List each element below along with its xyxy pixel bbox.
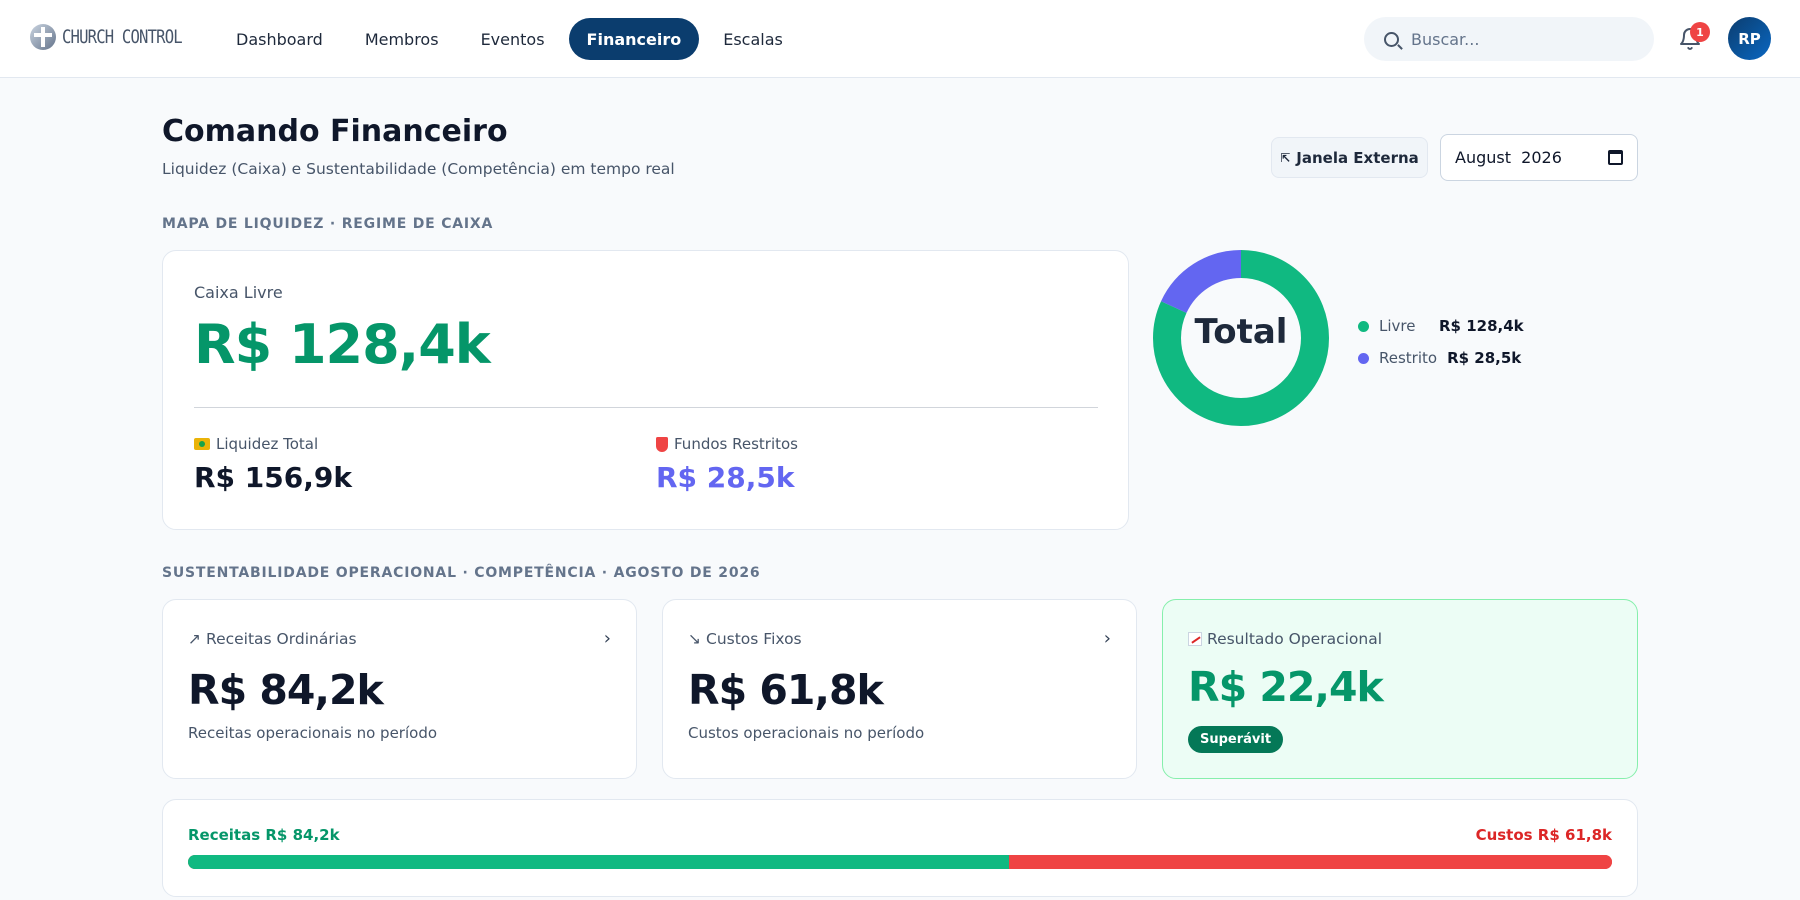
revenue-costs-bar bbox=[188, 855, 1612, 869]
user-avatar[interactable]: RP bbox=[1728, 17, 1771, 60]
legend-value-livre: R$ 128,4k bbox=[1439, 317, 1524, 335]
bar-revenue-label: Receitas R$ 84,2k bbox=[188, 826, 340, 844]
chevron-right-icon[interactable]: › bbox=[604, 628, 611, 649]
search-box bbox=[1364, 17, 1654, 61]
external-arrow-icon: ⇱ bbox=[1280, 150, 1291, 165]
costs-description: Custos operacionais no período bbox=[688, 724, 925, 742]
month-picker[interactable]: August 2026 bbox=[1440, 134, 1638, 181]
page-subtitle: Liquidez (Caixa) e Sustentabilidade (Com… bbox=[162, 160, 675, 178]
nav-dashboard[interactable]: Dashboard bbox=[218, 18, 341, 60]
legend-item-restrito: Restrito R$ 28,5k bbox=[1358, 342, 1524, 374]
legend-label-livre: Livre bbox=[1379, 317, 1416, 335]
search-input[interactable] bbox=[1411, 29, 1641, 49]
chart-trend-icon bbox=[1188, 632, 1202, 646]
donut-legend: Livre R$ 128,4k Restrito R$ 28,5k bbox=[1358, 310, 1524, 374]
sustainability-section-label: SUSTENTABILIDADE OPERACIONAL · COMPETÊNC… bbox=[162, 565, 761, 581]
restricted-funds-value: R$ 28,5k bbox=[656, 461, 795, 494]
legend-item-livre: Livre R$ 128,4k bbox=[1358, 310, 1524, 342]
revenue-bar-segment bbox=[188, 855, 1010, 869]
nav-membros[interactable]: Membros bbox=[347, 18, 457, 60]
revenue-value: R$ 84,2k bbox=[188, 666, 384, 714]
total-liquidity-block: Liquidez Total R$ 156,9k bbox=[194, 435, 352, 494]
liquidity-section-label: MAPA DE LIQUIDEZ · REGIME DE CAIXA bbox=[162, 216, 494, 232]
top-navbar: CHURCH CONTROL Dashboard Membros Eventos… bbox=[0, 0, 1800, 78]
total-liquidity-value: R$ 156,9k bbox=[194, 461, 352, 494]
revenue-card[interactable]: ↗ Receitas Ordinárias › R$ 84,2k Receitas… bbox=[162, 599, 637, 779]
legend-value-restrito: R$ 28,5k bbox=[1447, 349, 1522, 367]
surplus-badge: Superávit bbox=[1188, 726, 1284, 753]
free-cash-value: R$ 128,4k bbox=[194, 313, 491, 376]
total-liquidity-label: Liquidez Total bbox=[216, 435, 319, 453]
operational-result-card: Resultado Operacional R$ 22,4k Superávit bbox=[1162, 599, 1638, 779]
page-title: Comando Financeiro bbox=[162, 114, 508, 149]
arrow-up-right-icon: ↗ bbox=[188, 630, 201, 648]
free-cash-label: Caixa Livre bbox=[194, 283, 283, 302]
result-label: Resultado Operacional bbox=[1207, 630, 1383, 648]
logo-text: CHURCH CONTROL bbox=[62, 26, 183, 48]
donut-center-label: Total bbox=[1194, 312, 1288, 352]
revenue-description: Receitas operacionais no período bbox=[188, 724, 438, 742]
main-nav: Dashboard Membros Eventos Financeiro Esc… bbox=[218, 18, 801, 60]
legend-dot-livre bbox=[1358, 320, 1369, 332]
revenue-vs-costs-bar-card: Receitas R$ 84,2k Custos R$ 61,8k bbox=[162, 799, 1638, 897]
notification-badge: 1 bbox=[1690, 22, 1710, 42]
legend-dot-restrito bbox=[1358, 352, 1369, 364]
external-window-button[interactable]: ⇱ Janela Externa bbox=[1271, 137, 1428, 178]
calendar-icon[interactable] bbox=[1608, 150, 1623, 165]
external-window-label: Janela Externa bbox=[1296, 148, 1419, 167]
bar-costs-label: Custos R$ 61,8k bbox=[1475, 826, 1612, 844]
shield-icon bbox=[656, 436, 668, 452]
nav-escalas[interactable]: Escalas bbox=[705, 18, 801, 60]
costs-value: R$ 61,8k bbox=[688, 666, 884, 714]
restricted-funds-label: Fundos Restritos bbox=[674, 435, 798, 453]
result-value: R$ 22,4k bbox=[1188, 663, 1384, 711]
cross-logo-icon bbox=[30, 24, 56, 50]
costs-card[interactable]: ↘ Custos Fixos › R$ 61,8k Custos operacio… bbox=[662, 599, 1137, 779]
search-icon bbox=[1384, 31, 1399, 47]
app-logo[interactable]: CHURCH CONTROL bbox=[30, 24, 208, 50]
legend-label-restrito: Restrito bbox=[1379, 349, 1438, 367]
costs-label: Custos Fixos bbox=[706, 630, 802, 648]
nav-financeiro[interactable]: Financeiro bbox=[568, 18, 700, 60]
chevron-right-icon[interactable]: › bbox=[1104, 628, 1111, 649]
restricted-funds-block: Fundos Restritos R$ 28,5k bbox=[656, 435, 798, 494]
card-divider bbox=[194, 407, 1098, 408]
liquidity-card: Caixa Livre R$ 128,4k Liquidez Total R$ … bbox=[162, 250, 1129, 530]
month-value: August 2026 bbox=[1455, 148, 1562, 167]
arrow-down-right-icon: ↘ bbox=[688, 630, 701, 648]
revenue-label: Receitas Ordinárias bbox=[206, 630, 357, 648]
money-icon bbox=[194, 438, 210, 450]
costs-bar-segment bbox=[1009, 855, 1612, 869]
nav-eventos[interactable]: Eventos bbox=[463, 18, 563, 60]
